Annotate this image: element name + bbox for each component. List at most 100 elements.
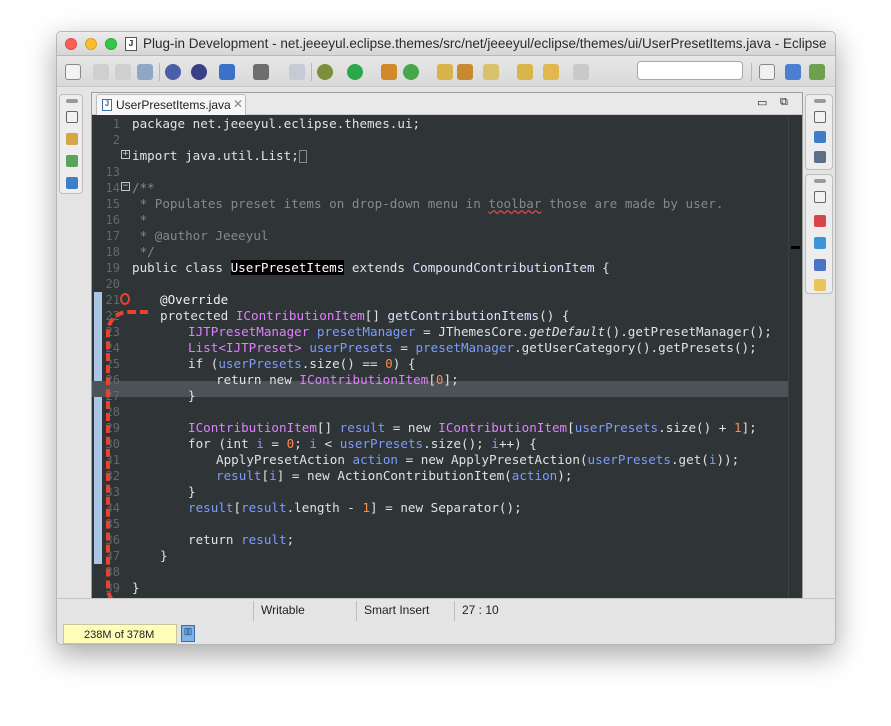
maximize-icon[interactable]: ⧉ [780,96,788,109]
overview-marker[interactable] [791,246,800,249]
code-line-36: return result; [188,532,295,547]
trash-icon[interactable]: ▥ [181,625,195,642]
code-line-31: ApplyPresetAction action = new ApplyPres… [216,452,740,467]
title-bar: J Plug-in Development - net.jeeeyul.ecli… [57,32,835,56]
code-line-14: /** [132,180,155,195]
code-line-15: * Populates preset items on drop-down me… [132,196,724,211]
code-line-22: protected IContributionItem[] getContrib… [160,308,570,323]
overview-ruler[interactable] [788,116,802,599]
plugins-icon[interactable] [66,155,78,167]
code-line-23: IJTPresetManager presetManager = JThemes… [188,324,772,339]
code-line-37: } [160,548,168,563]
back-icon[interactable] [543,64,559,80]
line-number: 13 [105,165,120,179]
camera-icon[interactable] [253,64,269,80]
status-separator [454,601,455,621]
toolbar-separator [751,63,752,81]
open-type-icon[interactable] [437,64,453,80]
declaration-icon[interactable] [814,259,826,271]
progress-icon[interactable] [814,279,826,291]
collapse-fold-icon[interactable]: − [121,182,130,191]
new-icon[interactable] [65,64,81,80]
navigator-icon[interactable] [66,177,78,189]
status-separator [356,601,357,621]
java-file-icon: J [125,37,137,51]
plugin-perspective-icon[interactable] [785,64,801,80]
line-number: 20 [105,277,120,291]
line-number: 15 [105,197,120,211]
package-explorer-icon[interactable] [66,111,78,123]
editor-tab[interactable]: J UserPresetItems.java ✕ [96,94,246,115]
code-line-19: public class UserPresetItems extends Com… [132,260,610,275]
open-perspective-icon[interactable] [759,64,775,80]
task-list-icon[interactable] [814,111,826,123]
close-icon[interactable]: ✕ [233,97,243,111]
toggle-breakpoints-icon[interactable] [165,64,181,80]
main-toolbar [57,57,835,87]
window-title: Plug-in Development - net.jeeeyul.eclips… [143,36,827,51]
code-line-32: result[i] = new ActionContributionItem(a… [216,468,573,483]
java-file-icon: J [102,99,112,111]
annotation-highlight [106,310,150,610]
last-edit-icon[interactable] [517,64,533,80]
code-line-34: result[result.length - 1] = new Separato… [188,500,522,515]
debug-icon[interactable] [317,64,333,80]
code-line-25: if (userPresets.size() == 0) { [188,356,416,371]
external-tools-icon[interactable] [381,64,397,80]
new-class-icon[interactable] [403,64,419,80]
code-line-1: package net.jeeeyul.eclipse.themes.ui; [132,116,421,131]
minimized-view-icon[interactable] [814,191,826,203]
minimize-icon[interactable]: ▭ [757,96,767,109]
code-line-21: @Override [160,292,229,307]
globe-icon[interactable] [191,64,207,80]
code-line-18: */ [132,244,155,259]
code-line-26: return new IContributionItem[0]; [216,372,459,387]
console-icon[interactable] [814,151,826,163]
line-number: 14 [105,181,120,195]
line-number: 17 [105,229,120,243]
problems-icon[interactable] [814,215,826,227]
line-number: 19 [105,261,120,275]
save-icon[interactable] [93,64,109,80]
code-line-30: for (int i = 0; i < userPresets.size(); … [188,436,537,451]
code-line-27: } [188,388,196,403]
heap-status[interactable]: 238M of 378M [63,624,177,644]
left-trim-stack [59,94,83,194]
writable-status: Writable [261,603,305,617]
line-number: 16 [105,213,120,227]
override-marker-icon[interactable] [120,293,130,305]
code-line-33: } [188,484,196,499]
deploy-icon[interactable] [219,64,235,80]
status-bar: Writable Smart Insert 27 : 10 238M of 37… [57,598,835,644]
close-window-icon[interactable] [65,38,77,50]
java-perspective-icon[interactable] [809,64,825,80]
open-resource-icon[interactable] [457,64,473,80]
minimize-window-icon[interactable] [85,38,97,50]
forward-icon[interactable] [573,64,589,80]
quick-access-input[interactable] [637,61,743,80]
code-area[interactable]: 1 2 13 14 15 16 17 18 19 20 21 22 23 24 … [92,116,788,599]
eclipse-window: J Plug-in Development - net.jeeeyul.ecli… [56,31,836,645]
code-line-17: * @author Jeeeyul [132,228,269,243]
javadoc-icon[interactable] [814,237,826,249]
print-icon[interactable] [137,64,153,80]
workspace: J UserPresetItems.java ✕ ▭ ⧉ 1 2 13 14 1… [57,88,835,610]
outline-icon[interactable] [814,131,826,143]
restore-icon[interactable] [814,179,826,183]
search-icon[interactable] [483,64,499,80]
window-icon[interactable] [289,64,305,80]
type-hierarchy-icon[interactable] [66,133,78,145]
expand-fold-icon[interactable]: + [121,150,130,159]
line-number: 1 [112,117,120,131]
zoom-window-icon[interactable] [105,38,117,50]
save-all-icon[interactable] [115,64,131,80]
restore-icon[interactable] [66,99,78,103]
line-number: 18 [105,245,120,259]
restore-icon[interactable] [814,99,826,103]
toolbar-separator [159,63,160,81]
cursor-position: 27 : 10 [462,603,499,617]
line-number: 21 [105,293,120,307]
run-icon[interactable] [347,64,363,80]
insert-mode-status[interactable]: Smart Insert [364,603,429,617]
right-trim-stack-bottom [805,174,833,294]
